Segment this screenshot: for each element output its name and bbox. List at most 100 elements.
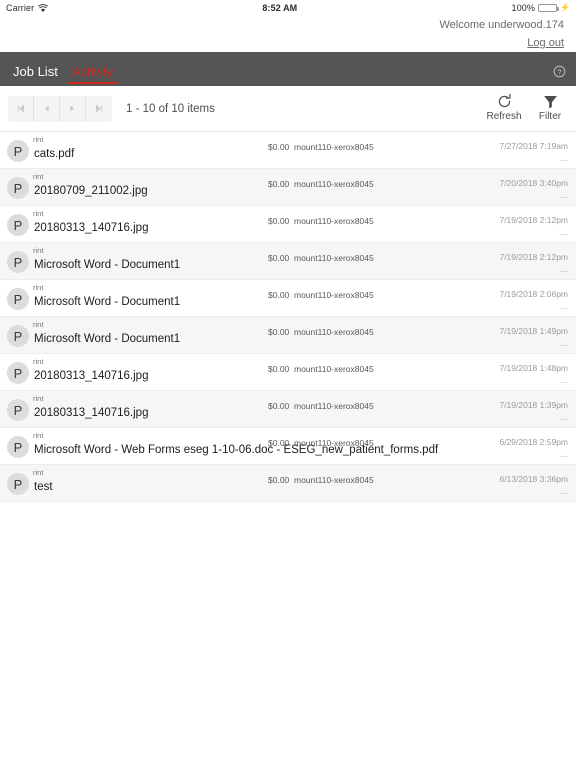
table-row[interactable]: Print 20180313_140716.jpg $0.00 mount110-x…: [0, 206, 576, 243]
lightning-bolt-icon: ⚡: [559, 3, 570, 12]
job-date-label: 7/20/2018 3:40pm: [499, 178, 568, 188]
welcome-message: Welcome underwood.174: [439, 19, 564, 31]
job-type-label: rint: [33, 431, 44, 440]
table-row[interactable]: Print Microsoft Word - Document1 $0.00 mou…: [0, 243, 576, 280]
job-name-label: test: [34, 481, 53, 493]
table-row[interactable]: Print Microsoft Word - Web Forms eseg 1-1…: [0, 428, 576, 465]
first-page-button[interactable]: [8, 95, 34, 122]
table-row[interactable]: Print 20180709_211002.jpg $0.00 mount110-x…: [0, 169, 576, 206]
ios-status-bar: Carrier 8:52 AM 100% ⚡: [0, 0, 576, 16]
row-overflow-menu-icon[interactable]: ...: [560, 191, 569, 200]
row-overflow-menu-icon[interactable]: ...: [560, 339, 569, 348]
tab-job-list[interactable]: Job List: [8, 65, 63, 86]
avatar: P: [7, 362, 29, 384]
battery-percent-label: 100%: [511, 3, 535, 13]
job-type-label: rint: [33, 135, 44, 144]
next-page-button[interactable]: [60, 95, 86, 122]
job-type-label: rint: [33, 468, 44, 477]
row-overflow-menu-icon[interactable]: ...: [560, 302, 569, 311]
job-name-label: 20180313_140716.jpg: [34, 222, 149, 234]
battery-icon: [537, 4, 559, 12]
status-bar-right: 100% ⚡: [512, 3, 570, 13]
job-name-label: Microsoft Word - Document1: [34, 259, 181, 271]
job-name-label: Microsoft Word - Document1: [34, 296, 181, 308]
job-date-label: 7/27/2018 7:19am: [499, 141, 568, 151]
row-overflow-menu-icon[interactable]: ...: [560, 154, 569, 163]
table-row[interactable]: Print test $0.00 mount110-xerox8045 6/13/20…: [0, 465, 576, 502]
job-type-label: rint: [33, 283, 44, 292]
job-cost-device-label: $0.00 mount110-xerox8045: [268, 475, 374, 485]
job-date-label: 7/19/2018 1:49pm: [499, 326, 568, 336]
activity-job-list: Print cats.pdf $0.00 mount110-xerox8045 7/2…: [0, 132, 576, 502]
job-cost-device-label: $0.00 mount110-xerox8045: [268, 364, 374, 374]
refresh-button[interactable]: Refresh: [484, 89, 524, 122]
row-overflow-menu-icon[interactable]: ...: [560, 487, 569, 496]
job-date-label: 7/19/2018 2:12pm: [499, 252, 568, 262]
pagination-controls: [8, 95, 112, 122]
job-date-label: 6/29/2018 2:59pm: [499, 437, 568, 447]
job-cost-device-label: $0.00 mount110-xerox8045: [268, 401, 374, 411]
carrier-label: Carrier: [6, 3, 35, 13]
row-overflow-menu-icon[interactable]: ...: [560, 228, 569, 237]
job-name-label: 20180313_140716.jpg: [34, 370, 149, 382]
avatar: P: [7, 288, 29, 310]
toolbar-actions: Refresh Filter: [484, 89, 570, 122]
account-header: Welcome underwood.174 Log out: [0, 16, 576, 52]
refresh-label: Refresh: [486, 111, 522, 122]
job-type-label: rint: [33, 320, 44, 329]
job-date-label: 7/19/2018 1:39pm: [499, 400, 568, 410]
job-type-label: rint: [33, 209, 44, 218]
avatar: P: [7, 251, 29, 273]
nav-tab-list: Job List Activity: [8, 52, 122, 86]
table-row[interactable]: Print 20180313_140716.jpg $0.00 mount110-x…: [0, 391, 576, 428]
filter-label: Filter: [538, 111, 562, 122]
job-name-label: Microsoft Word - Web Forms eseg 1-10-06.…: [34, 444, 439, 456]
status-bar-clock: 8:52 AM: [262, 3, 298, 13]
job-name-label: Microsoft Word - Document1: [34, 333, 181, 345]
job-cost-device-label: $0.00 mount110-xerox8045: [268, 179, 374, 189]
row-overflow-menu-icon[interactable]: ...: [560, 265, 569, 274]
job-cost-device-label: $0.00 mount110-xerox8045: [268, 438, 374, 448]
avatar: P: [7, 177, 29, 199]
job-cost-device-label: $0.00 mount110-xerox8045: [268, 290, 374, 300]
wifi-icon: [38, 3, 49, 13]
table-row[interactable]: Print Microsoft Word - Document1 $0.00 mou…: [0, 317, 576, 354]
help-circle-icon[interactable]: ?: [553, 65, 566, 78]
funnel-icon: [542, 92, 559, 110]
avatar: P: [7, 325, 29, 347]
refresh-icon: [496, 92, 513, 110]
list-toolbar: 1 - 10 of 10 items Refresh Filter: [0, 86, 576, 132]
row-overflow-menu-icon[interactable]: ...: [560, 376, 569, 385]
main-navigation-bar: Job List Activity ?: [0, 52, 576, 86]
job-date-label: 7/19/2018 1:48pm: [499, 363, 568, 373]
previous-page-button[interactable]: [34, 95, 60, 122]
job-name-label: 20180709_211002.jpg: [34, 185, 148, 197]
filter-button[interactable]: Filter: [530, 89, 570, 122]
svg-text:?: ?: [557, 67, 561, 76]
job-name-label: cats.pdf: [34, 148, 75, 160]
job-name-label: 20180313_140716.jpg: [34, 407, 149, 419]
table-row[interactable]: Print Microsoft Word - Document1 $0.00 mou…: [0, 280, 576, 317]
avatar: P: [7, 436, 29, 458]
job-cost-device-label: $0.00 mount110-xerox8045: [268, 327, 374, 337]
job-type-label: rint: [33, 246, 44, 255]
avatar: P: [7, 473, 29, 495]
table-row[interactable]: Print 20180313_140716.jpg $0.00 mount110-x…: [0, 354, 576, 391]
job-date-label: 7/19/2018 2:06pm: [499, 289, 568, 299]
job-cost-device-label: $0.00 mount110-xerox8045: [268, 253, 374, 263]
job-type-label: rint: [33, 357, 44, 366]
job-type-label: rint: [33, 394, 44, 403]
avatar: P: [7, 399, 29, 421]
logout-link[interactable]: Log out: [527, 36, 564, 51]
table-row[interactable]: Print cats.pdf $0.00 mount110-xerox8045 7/2…: [0, 132, 576, 169]
avatar: P: [7, 214, 29, 236]
row-overflow-menu-icon[interactable]: ...: [560, 413, 569, 422]
row-overflow-menu-icon[interactable]: ...: [560, 450, 569, 459]
job-date-label: 7/19/2018 2:12pm: [499, 215, 568, 225]
status-bar-left: Carrier: [6, 3, 49, 13]
job-cost-device-label: $0.00 mount110-xerox8045: [268, 216, 374, 226]
tab-activity[interactable]: Activity: [66, 65, 119, 86]
last-page-button[interactable]: [86, 96, 112, 122]
job-date-label: 6/13/2018 3:36pm: [499, 474, 568, 484]
job-type-label: rint: [33, 172, 44, 181]
